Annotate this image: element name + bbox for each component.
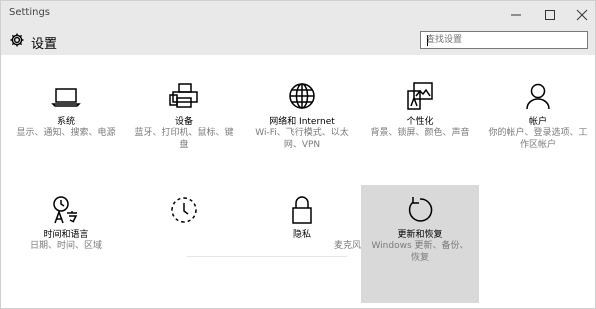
loading-indicator [187,256,347,257]
maximize-button[interactable] [533,1,567,28]
refresh-icon [408,197,433,222]
tile-label: 隐私 [292,230,311,240]
ease-of-access-icon [171,197,197,223]
printer-icon [169,83,198,108]
tile-system[interactable]: 系统 显示、通知、搜索、电源 [7,59,125,177]
tile-label: 设备 [174,117,193,127]
close-button[interactable] [565,1,596,28]
tile-label: 更新和恢复 [397,230,443,240]
tile-label: 网络和 Internet [269,117,335,127]
gear-icon [10,33,24,47]
tile-time-language[interactable]: 时间和语言 日期、时间、区域 [7,185,125,303]
page-title: 设置 [31,37,58,52]
maximize-icon [545,9,555,20]
person-icon [526,83,550,110]
settings-header: 设置 [1,28,595,55]
tile-label: 时间和语言 [43,230,89,240]
tile-description: 蓝牙、打印机、鼠标、键盘 [134,128,234,150]
search-box[interactable] [420,31,588,49]
settings-window: Settings 设置 系统 显示、通知、 [0,0,596,309]
tile-accounts[interactable]: 帐户 你的帐户、登录选项、工作区帐户 [479,59,596,177]
close-icon [576,9,588,20]
time-language-icon [53,196,78,224]
tile-description: 显示、通知、搜索、电源 [16,128,116,138]
minimize-icon [511,14,521,15]
tile-devices[interactable]: 设备 蓝牙、打印机、鼠标、键盘 [125,59,243,177]
personalize-icon [407,82,433,110]
search-input[interactable] [426,34,566,46]
tile-description: Wi-Fi、飞行模式、以太网、VPN [255,128,349,150]
tile-ease-of-access[interactable] [125,185,243,303]
tile-description: 背景、锁屏、颜色、声音 [370,128,470,138]
tile-personalization[interactable]: 个性化 背景、锁屏、颜色、声音 [361,59,479,177]
title-bar: Settings [1,1,595,28]
tile-description: 你的帐户、登录选项、工作区帐户 [488,128,588,150]
window-title: Settings [9,7,51,18]
tile-label: 帐户 [528,117,547,127]
laptop-icon [51,88,81,107]
tile-label: 个性化 [406,117,434,127]
tile-description: 日期、时间、区域 [29,241,102,251]
tile-label: 系统 [56,117,75,127]
lock-icon [292,196,312,224]
tile-description: Windows 更新、备份、恢复 [371,241,469,263]
tile-privacy[interactable]: 隐私 麦克风 [243,185,361,303]
tile-update-recovery[interactable]: 更新和恢复 Windows 更新、备份、恢复 [361,185,479,303]
tile-description: 麦克风 [333,241,361,251]
globe-icon [289,83,315,109]
minimize-button[interactable] [499,1,533,28]
tile-network[interactable]: 网络和 Internet Wi-Fi、飞行模式、以太网、VPN [243,59,361,177]
